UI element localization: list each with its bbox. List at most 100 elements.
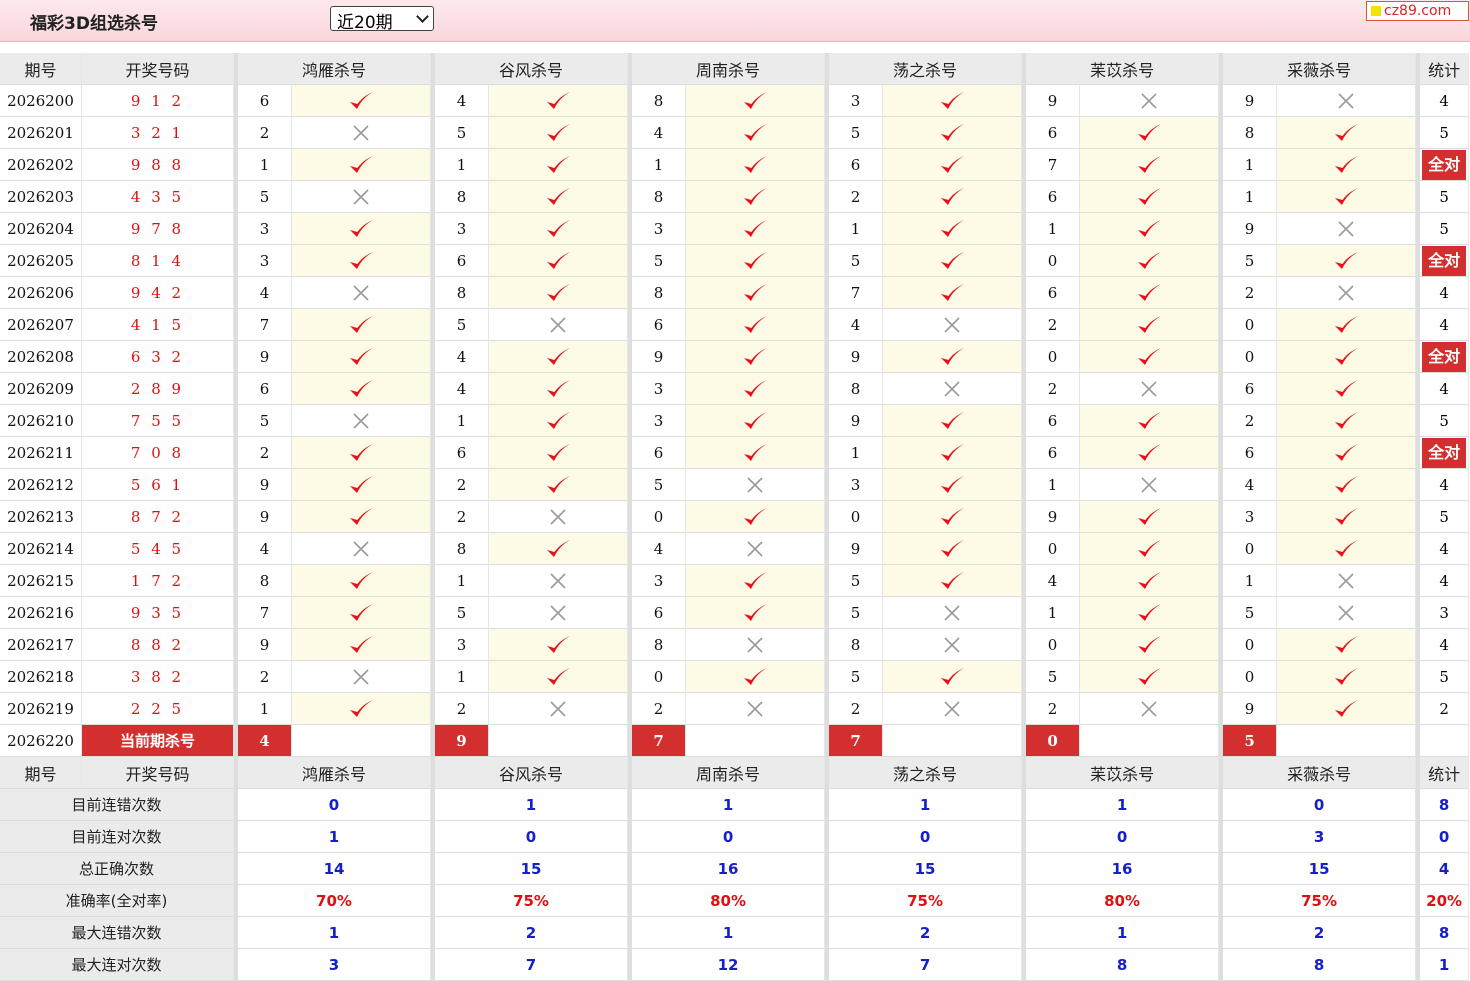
result-correct-cell <box>1277 437 1417 469</box>
result-wrong-cell <box>883 309 1023 341</box>
table-footer-header-row: 期号 开奖号码 鸿雁杀号 谷风杀号 周南杀号 荡之杀号 苿苡杀号 采薇杀号 统计 <box>0 757 1470 789</box>
kill-number-cell: 8 <box>825 629 884 661</box>
table-row: 2026219 2 2 51 2 2 2 2 9 2 <box>0 693 1470 725</box>
kill-number-cell: 9 <box>1219 693 1278 725</box>
cross-mark-icon <box>1277 284 1415 302</box>
check-mark-icon <box>686 218 824 240</box>
stat-value: 7 <box>431 949 629 981</box>
kill-number-cell: 3 <box>628 213 687 245</box>
table-row: 2026216 9 3 57 5 6 5 1 5 3 <box>0 597 1470 629</box>
empty-cell <box>883 725 1023 757</box>
stat-row: 目前连对次数 1 0 0 0 0 3 0 <box>0 821 1470 853</box>
table-row: 2026203 4 3 55882615 <box>0 181 1470 213</box>
draw-number-cell: 1 7 2 <box>82 565 234 597</box>
kill-number-cell: 5 <box>1219 245 1278 277</box>
check-mark-icon <box>1277 634 1415 656</box>
check-mark-icon <box>686 154 824 176</box>
draw-number-cell: 8 1 4 <box>82 245 234 277</box>
result-wrong-cell <box>292 661 432 693</box>
kill-number-cell: 4 <box>431 341 490 373</box>
draw-number-cell: 7 0 8 <box>82 437 234 469</box>
kill-number-cell: 9 <box>1219 213 1278 245</box>
cross-mark-icon <box>292 124 430 142</box>
stat-count: 4 <box>1439 91 1449 110</box>
cross-mark-icon <box>1277 92 1415 110</box>
result-wrong-cell <box>489 597 629 629</box>
result-wrong-cell <box>883 597 1023 629</box>
kill-number-cell: 6 <box>431 437 490 469</box>
stat-count: 4 <box>1439 379 1449 398</box>
result-correct-cell <box>883 85 1023 117</box>
result-correct-cell <box>1080 597 1220 629</box>
kill-number-cell: 0 <box>1022 341 1081 373</box>
kill-number-cell: 9 <box>234 341 292 373</box>
result-correct-cell <box>1277 501 1417 533</box>
draw-number-cell: 4 3 5 <box>82 181 234 213</box>
result-correct-cell <box>292 629 432 661</box>
kill-number-cell: 5 <box>825 661 884 693</box>
check-mark-icon <box>489 474 627 496</box>
all-correct-badge: 全对 <box>1422 149 1467 180</box>
kill-number-cell: 5 <box>628 469 687 501</box>
kill-number-cell: 5 <box>825 245 884 277</box>
issue-cell: 2026213 <box>0 501 82 533</box>
draw-number-cell: 2 8 9 <box>82 373 234 405</box>
stat-total: 1 <box>1416 949 1470 981</box>
stat-count: 4 <box>1439 539 1449 558</box>
cross-mark-icon <box>686 700 824 718</box>
result-correct-cell <box>883 117 1023 149</box>
cross-mark-icon <box>489 604 627 622</box>
kill-number-cell: 9 <box>1219 85 1278 117</box>
result-correct-cell <box>1277 181 1417 213</box>
draw-number-cell: 7 5 5 <box>82 405 234 437</box>
draw-number-cell: 9 3 5 <box>82 597 234 629</box>
check-mark-icon <box>489 282 627 304</box>
kill-number-cell: 5 <box>825 597 884 629</box>
result-correct-cell <box>292 501 432 533</box>
issue-cell: 2026217 <box>0 629 82 661</box>
kill-number-cell: 0 <box>1022 629 1081 661</box>
col-header-expert-2: 谷风杀号 <box>431 53 629 85</box>
all-correct-badge: 全对 <box>1422 245 1467 276</box>
result-correct-cell <box>1080 501 1220 533</box>
kill-number-cell: 4 <box>431 373 490 405</box>
stat-value: 0 <box>1022 821 1220 853</box>
stat-row: 准确率(全对率) 70% 75% 80% 75% 80% 75% 20% <box>0 885 1470 917</box>
stat-cell: 全对 <box>1416 341 1470 373</box>
stat-cell: 5 <box>1416 405 1470 437</box>
kill-number-cell: 2 <box>1022 309 1081 341</box>
result-wrong-cell <box>1080 373 1220 405</box>
result-correct-cell <box>686 149 826 181</box>
kill-number-cell: 3 <box>825 85 884 117</box>
col-header-expert-3: 周南杀号 <box>628 757 826 789</box>
result-correct-cell <box>883 565 1023 597</box>
result-correct-cell <box>1277 629 1417 661</box>
result-correct-cell <box>686 597 826 629</box>
kill-number-cell: 8 <box>1219 117 1278 149</box>
result-correct-cell <box>489 373 629 405</box>
check-mark-icon <box>292 474 430 496</box>
check-mark-icon <box>489 122 627 144</box>
kill-number-cell: 8 <box>825 373 884 405</box>
kill-number-cell: 9 <box>628 341 687 373</box>
result-correct-cell <box>489 533 629 565</box>
result-wrong-cell <box>1277 213 1417 245</box>
period-select[interactable]: 近20期 <box>330 6 434 33</box>
stat-value: 1 <box>628 917 826 949</box>
result-correct-cell <box>1080 181 1220 213</box>
kill-number-cell: 8 <box>431 533 490 565</box>
stat-cell: 3 <box>1416 597 1470 629</box>
kill-number-cell: 8 <box>628 181 687 213</box>
table-row: 2026213 8 7 29200935 <box>0 501 1470 533</box>
check-mark-icon <box>883 666 1021 688</box>
table-row: 2026207 4 1 57 5 6 4 2 0 4 <box>0 309 1470 341</box>
check-mark-icon <box>489 378 627 400</box>
kill-number-cell: 3 <box>431 629 490 661</box>
site-logo-link[interactable]: cz89.com <box>1366 1 1469 21</box>
kill-number-cell: 6 <box>628 437 687 469</box>
stat-cell: 4 <box>1416 373 1470 405</box>
current-kill-number: 7 <box>825 725 884 757</box>
check-mark-icon <box>1277 474 1415 496</box>
result-correct-cell <box>883 501 1023 533</box>
check-mark-icon <box>292 154 430 176</box>
